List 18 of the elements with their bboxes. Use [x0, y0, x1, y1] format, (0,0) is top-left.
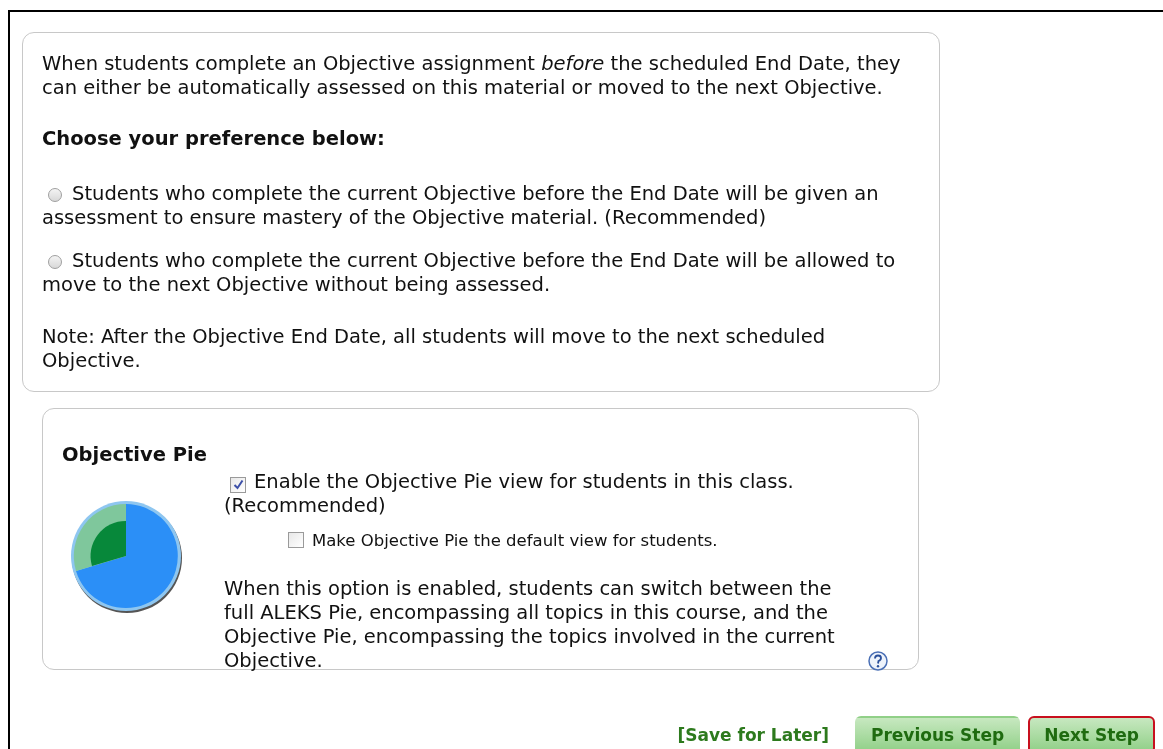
note-text: Note: After the Objective End Date, all students will move to the next scheduled Objective. — [42, 325, 827, 373]
checkbox[interactable] — [288, 532, 304, 548]
checkbox[interactable] — [230, 476, 246, 493]
intro-text: When students complete an Objective assignment before the scheduled End Date, they can either be automatically assessed on this material or moved to the next Objective. — [42, 52, 902, 100]
radio-button[interactable] — [48, 255, 62, 269]
radio-button[interactable] — [48, 188, 62, 202]
step-button[interactable]: Next Step — [1028, 716, 1155, 749]
radio-option[interactable]: Students who complete the current Objective before the End Date will be allowed to move to the next Objective without being assessed. — [42, 249, 920, 297]
step-button[interactable]: Previous Step — [855, 716, 1021, 749]
checkbox-option[interactable]: Make Objective Pie the default view for students. — [288, 529, 896, 553]
save-for-later-link[interactable]: [Save for Later] — [677, 723, 829, 747]
description-text: When this option is enabled, students can switch between the full ALEKS Pie, encompassing all topics in this course, and the Objective Pie, encompassing the topics involved in the current Objective. — [224, 577, 836, 673]
panel-title: Objective Pie — [62, 443, 208, 467]
preference-heading: Choose your preference below: — [42, 127, 386, 151]
radio-option[interactable]: Students who complete the current Objective before the End Date will be given an assessment to ensure mastery of the Objective material. (Recommended) — [42, 182, 920, 230]
pie-chart-icon — [71, 501, 185, 613]
checkbox-option[interactable]: Enable the Objective Pie view for students in this class. (Recommended) — [224, 470, 896, 518]
help-icon[interactable] — [868, 651, 888, 671]
